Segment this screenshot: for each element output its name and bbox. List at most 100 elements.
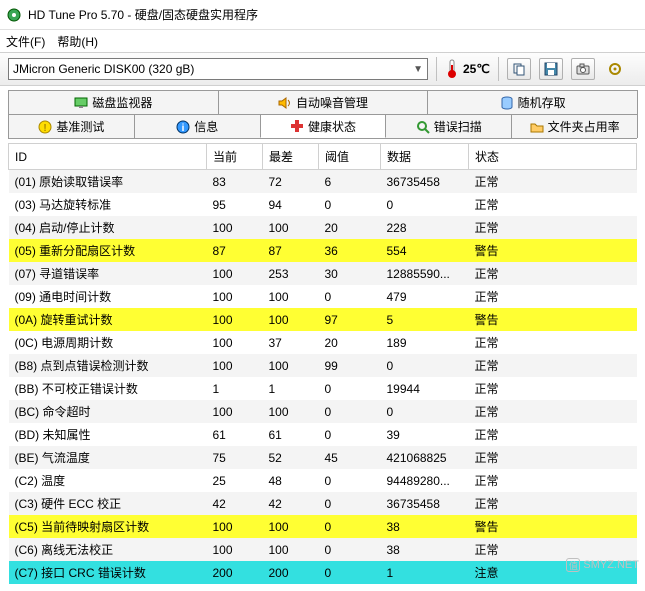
info-blue-icon: i [176, 120, 190, 134]
cell-data: 12885590... [381, 262, 469, 285]
cell-id: (07) 寻道错误率 [9, 262, 207, 285]
table-row[interactable]: (01) 原始读取错误率8372636735458正常 [9, 170, 637, 194]
menu-help[interactable]: 帮助(H) [57, 33, 98, 50]
table-row[interactable]: (09) 通电时间计数1001000479正常 [9, 285, 637, 308]
header-status[interactable]: 状态 [469, 144, 637, 170]
folder-icon [530, 120, 544, 134]
cell-id: (01) 原始读取错误率 [9, 170, 207, 194]
table-row[interactable]: (BB) 不可校正错误计数11019944正常 [9, 377, 637, 400]
cell-cur: 100 [207, 400, 263, 423]
table-row[interactable]: (C3) 硬件 ECC 校正4242036735458正常 [9, 492, 637, 515]
cell-data: 39 [381, 423, 469, 446]
cell-stat: 警告 [469, 308, 637, 331]
table-row[interactable]: (05) 重新分配扇区计数878736554警告 [9, 239, 637, 262]
cell-stat: 正常 [469, 193, 637, 216]
table-row[interactable]: (0A) 旋转重试计数100100975警告 [9, 308, 637, 331]
cell-id: (09) 通电时间计数 [9, 285, 207, 308]
thermometer-icon [445, 59, 459, 79]
tab-文件夹占用率[interactable]: 文件夹占用率 [511, 114, 638, 138]
table-row[interactable]: (04) 启动/停止计数10010020228正常 [9, 216, 637, 239]
speaker-icon [278, 96, 292, 110]
cell-id: (C6) 离线无法校正 [9, 538, 207, 561]
cell-id: (0A) 旋转重试计数 [9, 308, 207, 331]
tab-健康状态[interactable]: 健康状态 [260, 114, 387, 138]
table-row[interactable]: (07) 寻道错误率1002533012885590...正常 [9, 262, 637, 285]
settings-button[interactable] [603, 58, 627, 80]
table-row[interactable]: (03) 马达旋转标准959400正常 [9, 193, 637, 216]
table-row[interactable]: (BD) 未知属性6161039正常 [9, 423, 637, 446]
header-worst[interactable]: 最差 [263, 144, 319, 170]
cell-cur: 75 [207, 446, 263, 469]
header-current[interactable]: 当前 [207, 144, 263, 170]
tab-label: 基准测试 [56, 118, 104, 135]
tab-随机存取[interactable]: 随机存取 [427, 90, 638, 114]
smart-table-wrap: ID 当前 最差 阈值 数据 状态 (01) 原始读取错误率8372636735… [0, 143, 645, 591]
cell-data: 5 [381, 308, 469, 331]
cell-data: 0 [381, 354, 469, 377]
cell-id: (BD) 未知属性 [9, 423, 207, 446]
menubar: 文件(F) 帮助(H) [0, 30, 645, 52]
cell-id: (03) 马达旋转标准 [9, 193, 207, 216]
cell-stat: 正常 [469, 492, 637, 515]
cell-thr: 30 [319, 262, 381, 285]
tab-label: 文件夹占用率 [548, 118, 620, 135]
cell-stat: 正常 [469, 354, 637, 377]
cell-stat: 正常 [469, 446, 637, 469]
tab-信息[interactable]: i信息 [134, 114, 261, 138]
table-row[interactable]: (BE) 气流温度755245421068825正常 [9, 446, 637, 469]
screenshot-button[interactable] [571, 58, 595, 80]
cell-thr: 6 [319, 170, 381, 194]
cell-worst: 42 [263, 492, 319, 515]
cell-stat: 正常 [469, 170, 637, 194]
cell-data: 36735458 [381, 170, 469, 194]
tab-自动噪音管理[interactable]: 自动噪音管理 [218, 90, 429, 114]
watermark-icon: 值 [566, 558, 580, 572]
cell-thr: 0 [319, 423, 381, 446]
cell-worst: 200 [263, 561, 319, 584]
cell-thr: 0 [319, 492, 381, 515]
cell-worst: 253 [263, 262, 319, 285]
cell-cur: 95 [207, 193, 263, 216]
table-row[interactable]: (0C) 电源周期计数1003720189正常 [9, 331, 637, 354]
cell-worst: 87 [263, 239, 319, 262]
table-row[interactable]: (C7) 接口 CRC 错误计数20020001注意 [9, 561, 637, 584]
monitor-icon [74, 96, 88, 110]
menu-file[interactable]: 文件(F) [6, 33, 45, 50]
cell-data: 479 [381, 285, 469, 308]
temperature-value: 25℃ [463, 62, 490, 76]
cell-worst: 1 [263, 377, 319, 400]
cell-data: 1 [381, 561, 469, 584]
toolbar-separator [498, 57, 499, 81]
table-row[interactable]: (B8) 点到点错误检测计数100100990正常 [9, 354, 637, 377]
tab-基准测试[interactable]: !基准测试 [8, 114, 135, 138]
cell-stat: 正常 [469, 331, 637, 354]
table-row[interactable]: (C2) 温度2548094489280...正常 [9, 469, 637, 492]
scan-icon [416, 120, 430, 134]
cell-data: 228 [381, 216, 469, 239]
cell-thr: 0 [319, 561, 381, 584]
cell-cur: 200 [207, 561, 263, 584]
tab-错误扫描[interactable]: 错误扫描 [385, 114, 512, 138]
save-button[interactable] [539, 58, 563, 80]
table-row[interactable]: (C5) 当前待映射扇区计数100100038警告 [9, 515, 637, 538]
tab-磁盘监视器[interactable]: 磁盘监视器 [8, 90, 219, 114]
cell-stat: 正常 [469, 285, 637, 308]
cell-stat: 正常 [469, 377, 637, 400]
cell-cur: 61 [207, 423, 263, 446]
cell-id: (04) 启动/停止计数 [9, 216, 207, 239]
header-id[interactable]: ID [9, 144, 207, 170]
disk-select[interactable]: JMicron Generic DISK00 (320 gB) ▼ [8, 58, 428, 80]
header-threshold[interactable]: 阈值 [319, 144, 381, 170]
cell-stat: 警告 [469, 515, 637, 538]
table-row[interactable]: (C6) 离线无法校正100100038正常 [9, 538, 637, 561]
header-data[interactable]: 数据 [381, 144, 469, 170]
cell-id: (BB) 不可校正错误计数 [9, 377, 207, 400]
app-icon [6, 7, 22, 23]
copy-button[interactable] [507, 58, 531, 80]
cell-worst: 100 [263, 285, 319, 308]
cell-cur: 83 [207, 170, 263, 194]
table-row[interactable]: (BC) 命令超时10010000正常 [9, 400, 637, 423]
cell-thr: 0 [319, 469, 381, 492]
cell-thr: 0 [319, 515, 381, 538]
cell-thr: 0 [319, 377, 381, 400]
